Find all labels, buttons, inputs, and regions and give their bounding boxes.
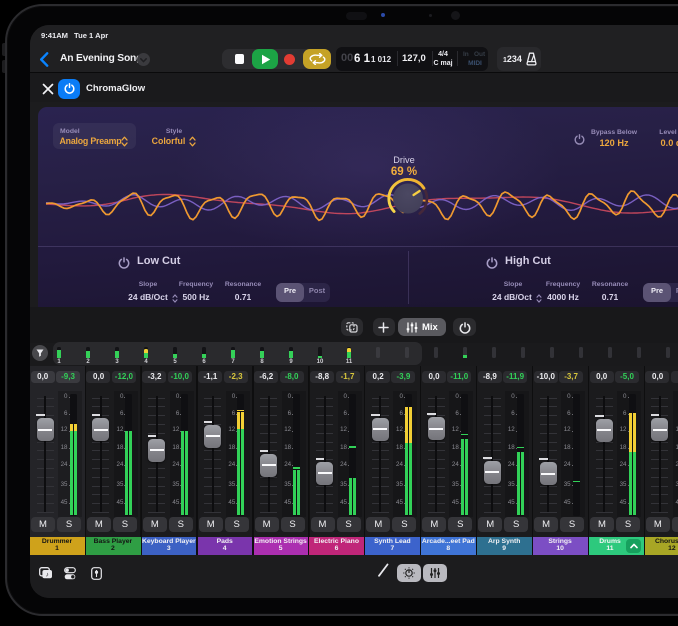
svg-text:♪: ♪ [46, 571, 49, 578]
